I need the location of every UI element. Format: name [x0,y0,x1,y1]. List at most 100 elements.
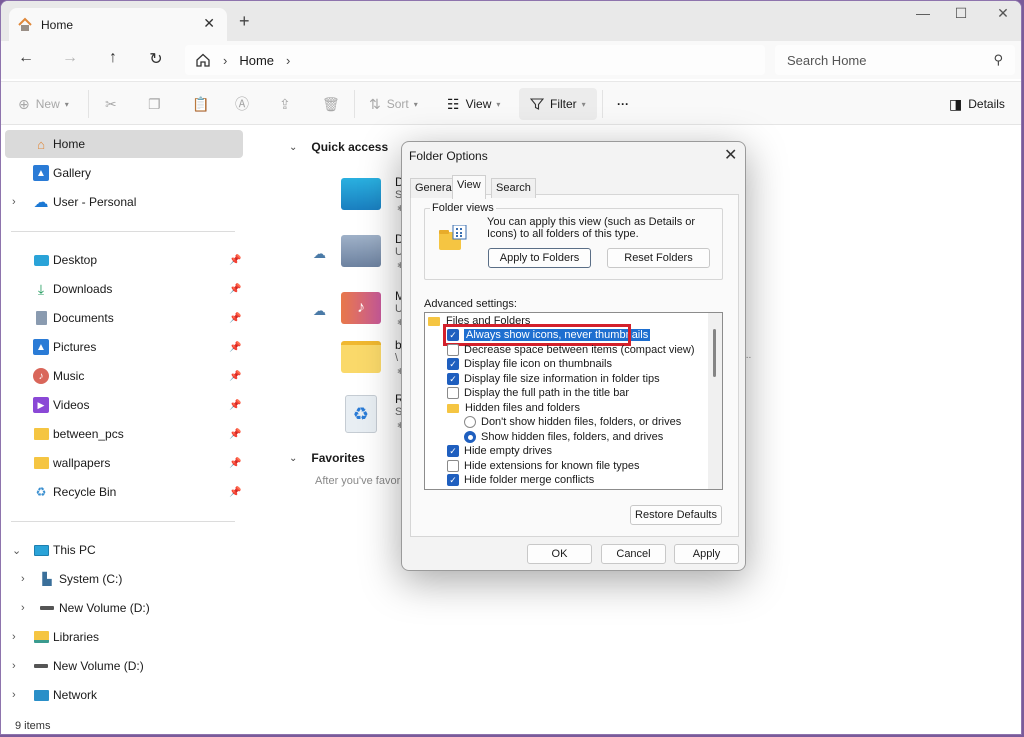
pin-icon[interactable]: 📌 [229,400,241,411]
chevron-down-icon[interactable]: ⌄ [289,142,297,153]
setting-file-size-info[interactable]: ✓ Display file size information in folde… [447,372,660,386]
apply-to-folders-button[interactable]: Apply to Folders [488,248,591,268]
checkbox-unchecked[interactable] [447,460,459,472]
sidebar-item-desktop[interactable]: Desktop 📌 [5,246,243,274]
chevron-right-icon[interactable]: › [12,660,16,672]
setting-hide-extensions[interactable]: Hide extensions for known file types [447,459,639,473]
checkbox-checked[interactable]: ✓ [447,373,459,385]
setting-full-path[interactable]: Display the full path in the title bar [447,386,629,400]
sidebar-item-this-pc[interactable]: ⌄ This PC [5,536,243,564]
setting-hide-empty-drives[interactable]: ✓ Hide empty drives [447,444,552,458]
home-outline-icon[interactable] [195,52,211,68]
new-tab-button[interactable]: + [239,11,250,32]
chevron-down-icon[interactable]: ⌄ [289,453,297,464]
setting-show-hidden[interactable]: Show hidden files, folders, and drives [464,430,663,444]
chevron-right-icon[interactable]: › [21,573,25,585]
favorites-header[interactable]: ⌄ Favorites [289,451,365,465]
search-icon[interactable]: ⚲ [993,52,1003,68]
share-button[interactable]: ⇪ [279,94,297,114]
reset-folders-button[interactable]: Reset Folders [607,248,710,268]
sidebar-item-system-c[interactable]: › ▙ System (C:) [5,565,243,593]
chevron-right-icon[interactable]: › [286,53,290,68]
details-pane-button[interactable]: ◨ Details [949,94,1005,114]
new-label: New [35,97,60,111]
advanced-settings-list[interactable]: Files and Folders ✓ Always show icons, n… [424,312,723,490]
pin-icon[interactable]: 📌 [229,487,241,498]
pin-icon[interactable]: 📌 [229,429,241,440]
view-button[interactable]: ☷ View ▾ [447,94,500,114]
sidebar-item-downloads[interactable]: ⤓ Downloads 📌 [5,275,243,303]
sidebar-item-pictures[interactable]: ▲ Pictures 📌 [5,333,243,361]
pin-icon[interactable]: 📌 [229,342,241,353]
sidebar-item-user-personal[interactable]: › ☁ User - Personal [5,188,243,216]
sidebar-item-videos[interactable]: ▶ Videos 📌 [5,391,243,419]
tab-search[interactable]: Search [491,178,536,198]
sidebar-item-network[interactable]: › Network [5,681,243,709]
chevron-right-icon[interactable]: › [12,689,16,701]
sidebar-item-label: Libraries [53,630,100,644]
sidebar-item-music[interactable]: ♪ Music 📌 [5,362,243,390]
settings-scrollbar-thumb[interactable] [713,329,716,377]
up-button[interactable]: ↑ [101,49,125,71]
ok-button[interactable]: OK [527,544,592,564]
sidebar-item-gallery[interactable]: ▲ Gallery [5,159,243,187]
pin-icon[interactable]: 📌 [229,284,241,295]
back-button[interactable]: ← [14,49,38,71]
sidebar-item-new-volume-d[interactable]: › New Volume (D:) [5,594,243,622]
paste-button[interactable]: 📋 [192,94,215,114]
close-window-button[interactable]: ✕ [983,5,1021,27]
chevron-down-icon[interactable]: ⌄ [12,544,21,557]
sidebar-item-libraries[interactable]: › Libraries [5,623,243,651]
more-options-button[interactable]: ··· [617,94,629,114]
sidebar-item-new-volume-d-2[interactable]: › New Volume (D:) [5,652,243,680]
tab-home[interactable]: Home ✕ [9,8,227,41]
pin-icon[interactable]: 📌 [229,458,241,469]
chevron-right-icon[interactable]: › [223,53,227,68]
rename-button[interactable]: Ⓐ [235,94,255,114]
forward-button[interactable]: → [58,49,82,71]
search-input[interactable]: Search Home ⚲ [775,45,1015,75]
cut-button[interactable]: ✂ [105,94,123,114]
pin-icon[interactable]: 📌 [229,371,241,382]
quick-access-header[interactable]: ⌄ Quick access [289,140,388,154]
close-tab-icon[interactable]: ✕ [203,15,215,32]
checkbox-unchecked[interactable] [447,344,459,356]
setting-file-icon-thumbnails[interactable]: ✓ Display file icon on thumbnails [447,357,612,371]
sort-button[interactable]: ⇅ Sort ▾ [369,94,418,114]
music-icon: ♪ [33,368,49,384]
setting-dont-show-hidden[interactable]: Don't show hidden files, folders, or dri… [464,415,681,429]
dialog-close-button[interactable]: ✕ [724,145,737,165]
checkbox-checked[interactable]: ✓ [447,445,459,457]
restore-defaults-button[interactable]: Restore Defaults [630,505,722,525]
settings-scrollbar-track[interactable] [708,313,722,489]
radio-unchecked[interactable] [464,416,476,428]
pin-icon[interactable]: 📌 [229,313,241,324]
checkbox-checked[interactable]: ✓ [447,358,459,370]
chevron-right-icon[interactable]: › [12,631,16,643]
checkbox-checked[interactable]: ✓ [447,474,459,486]
sidebar-item-home[interactable]: ⌂ Home [5,130,243,158]
setting-hide-merge-conflicts[interactable]: ✓ Hide folder merge conflicts [447,473,594,487]
tab-view[interactable]: View [452,175,486,199]
sidebar-item-recycle-bin[interactable]: ♻ Recycle Bin 📌 [5,478,243,506]
copy-button[interactable]: ❐ [148,94,167,114]
apply-button[interactable]: Apply [674,544,739,564]
pin-icon[interactable]: 📌 [229,255,241,266]
new-button[interactable]: ⊕ New ▾ [18,94,69,114]
filter-button[interactable]: Filter ▾ [530,94,586,114]
sidebar-item-wallpapers[interactable]: wallpapers 📌 [5,449,243,477]
refresh-button[interactable]: ↻ [144,49,168,71]
address-bar[interactable]: › Home › [185,45,765,75]
sidebar-item-between-pcs[interactable]: between_pcs 📌 [5,420,243,448]
setting-compact-view[interactable]: Decrease space between items (compact vi… [447,343,694,357]
chevron-right-icon[interactable]: › [12,196,16,208]
radio-checked[interactable] [464,431,476,443]
maximize-button[interactable]: ☐ [941,5,981,27]
sidebar-item-documents[interactable]: Documents 📌 [5,304,243,332]
delete-button[interactable]: 🗑 [322,94,346,114]
chevron-right-icon[interactable]: › [21,602,25,614]
breadcrumb-home[interactable]: Home [239,53,274,68]
cancel-button[interactable]: Cancel [601,544,666,564]
checkbox-unchecked[interactable] [447,387,459,399]
minimize-button[interactable]: — [903,5,943,27]
